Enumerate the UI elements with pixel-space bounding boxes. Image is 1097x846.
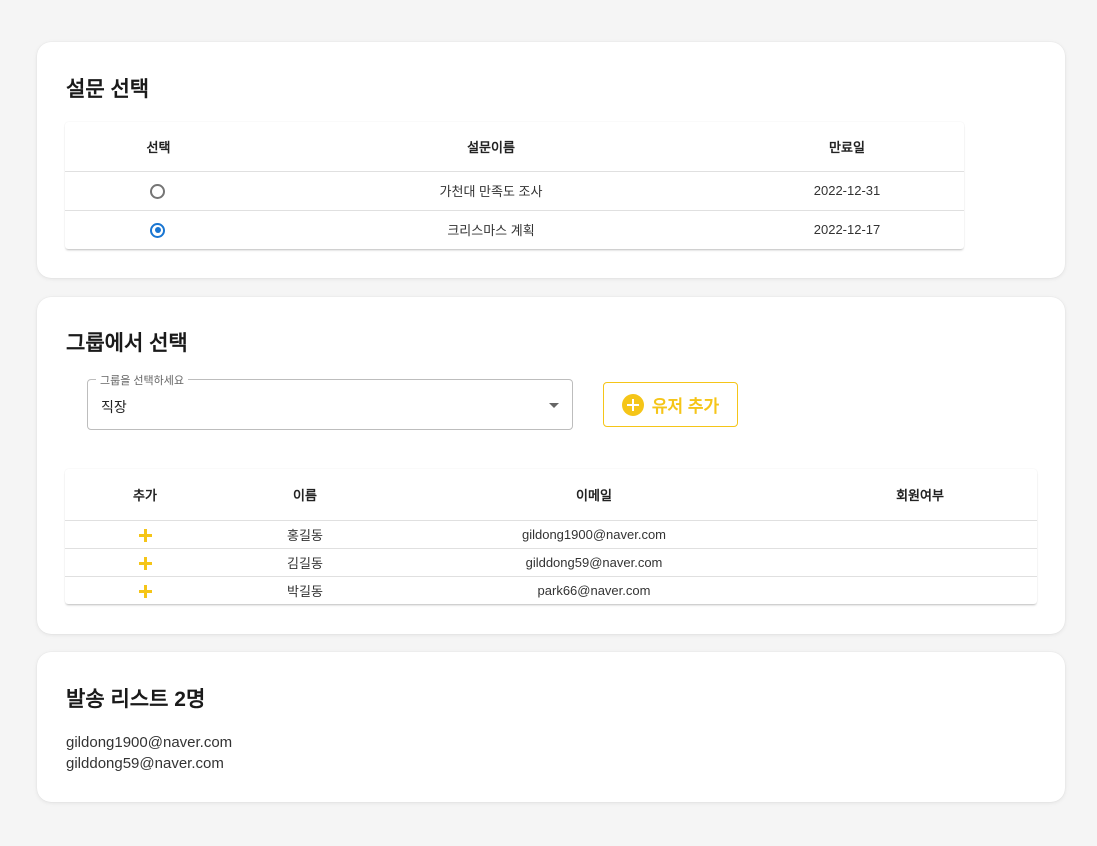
column-header-survey-name: 설문이름 <box>467 139 515 155</box>
user-member-status <box>803 519 1037 548</box>
user-name: 김길동 <box>225 547 385 576</box>
survey-row[interactable]: 크리스마스 계획 2022-12-17 <box>65 209 964 249</box>
survey-select-card: 설문 선택 선택 설문이름 만료일 가천대 만족도 조사 2022-12-31 <box>37 42 1065 278</box>
user-email: gildong1900@naver.com <box>385 519 803 548</box>
survey-section-title: 설문 선택 <box>66 78 150 101</box>
plus-icon[interactable] <box>138 556 152 570</box>
plus-icon[interactable] <box>138 584 152 598</box>
add-user-label: 유저 추가 <box>651 397 720 416</box>
column-header-add: 추가 <box>133 487 157 503</box>
column-header-select: 선택 <box>146 139 171 155</box>
user-row: 박길동 park66@naver.com <box>65 575 1037 604</box>
survey-table-header: 선택 설문이름 만료일 <box>65 122 964 171</box>
user-email: park66@naver.com <box>385 575 803 604</box>
user-email: gilddong59@naver.com <box>385 547 803 576</box>
user-member-status <box>803 547 1037 576</box>
group-section-title: 그룹에서 선택 <box>66 332 188 355</box>
user-name: 홍길동 <box>225 519 385 548</box>
user-row: 김길동 gilddong59@naver.com <box>65 547 1037 576</box>
users-table-header: 추가 이름 이메일 회원여부 <box>65 469 1037 520</box>
column-header-email: 이메일 <box>576 487 612 503</box>
survey-radio-selected[interactable] <box>150 222 165 238</box>
column-header-member: 회원여부 <box>896 487 944 503</box>
column-header-name: 이름 <box>293 487 317 503</box>
send-list-item: gildong1900@naver.com <box>66 734 233 751</box>
send-list-card: 발송 리스트 2명 gildong1900@naver.com gilddong… <box>37 652 1065 802</box>
survey-table: 선택 설문이름 만료일 가천대 만족도 조사 2022-12-31 크리스마스 … <box>65 122 964 249</box>
add-user-button[interactable]: 유저 추가 <box>603 382 738 427</box>
send-list: gildong1900@naver.com gilddong59@naver.c… <box>66 732 232 774</box>
plus-icon[interactable] <box>138 528 152 542</box>
survey-expiry: 2022-12-31 <box>730 170 964 210</box>
user-name: 박길동 <box>225 575 385 604</box>
survey-name: 가천대 만족도 조사 <box>252 170 730 210</box>
survey-expiry: 2022-12-17 <box>730 209 964 249</box>
column-header-expiry: 만료일 <box>829 139 865 155</box>
user-row: 홍길동 gildong1900@naver.com <box>65 519 1037 548</box>
survey-name: 크리스마스 계획 <box>252 209 730 249</box>
group-select-card: 그룹에서 선택 그룹을 선택하세요 직장 유저 추가 추가 이름 이메일 회원여… <box>37 297 1065 634</box>
send-list-title: 발송 리스트 2명 <box>66 688 206 711</box>
group-select[interactable]: 그룹을 선택하세요 직장 <box>87 372 573 430</box>
group-users-table: 추가 이름 이메일 회원여부 홍길동 gildong1900@naver.com… <box>65 469 1037 604</box>
send-list-item: gilddong59@naver.com <box>66 755 224 772</box>
group-select-label: 그룹을 선택하세요 <box>96 372 189 388</box>
survey-radio[interactable] <box>150 183 165 199</box>
user-member-status <box>803 575 1037 604</box>
plus-circle-icon <box>621 393 644 416</box>
survey-row[interactable]: 가천대 만족도 조사 2022-12-31 <box>65 170 964 210</box>
group-select-value: 직장 <box>101 399 127 415</box>
dropdown-arrow-icon <box>549 403 559 408</box>
